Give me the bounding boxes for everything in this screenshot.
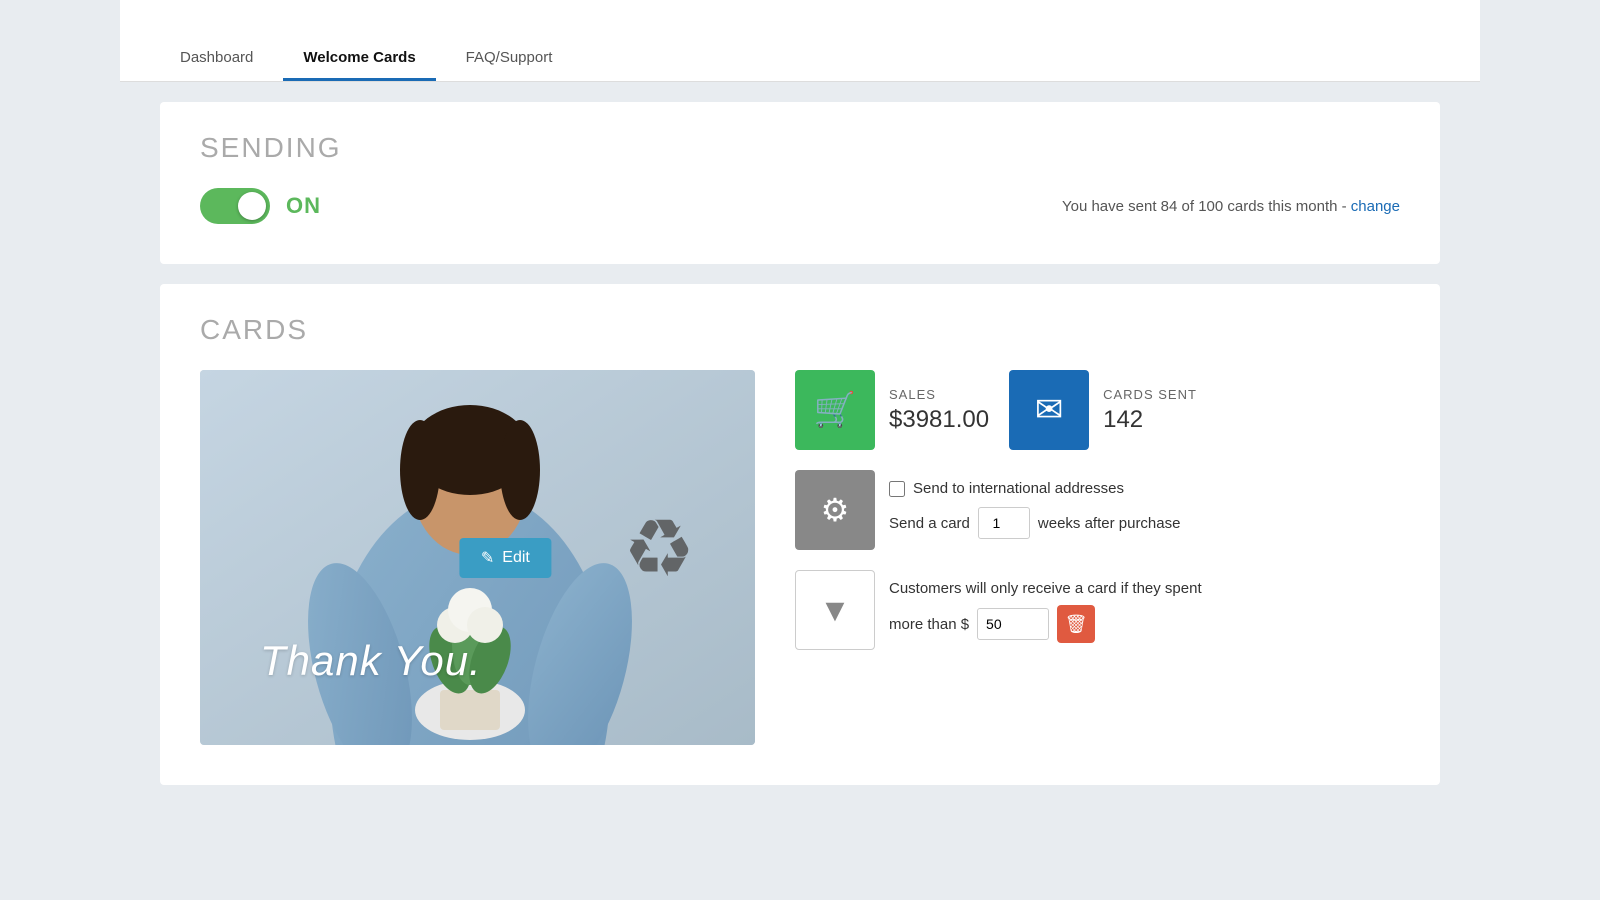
filter-line2-prefix: more than $ — [889, 616, 969, 633]
filter-icon-box: ▼ — [795, 570, 875, 650]
cards-sent-icon-box: ✉ — [1009, 370, 1089, 450]
filter-amount-input[interactable] — [977, 608, 1049, 640]
toggle-left: ON — [200, 188, 321, 224]
card-image-wrapper[interactable]: ♻ Thank You. ✎ Edit — [200, 370, 755, 745]
toggle-on-label: ON — [286, 193, 321, 219]
weeks-row: Send a card weeks after purchase — [889, 507, 1180, 539]
toggle-row: ON You have sent 84 of 100 cards this mo… — [200, 188, 1400, 224]
stats-row: 🛒 SALES $3981.00 ✉ CARDS SENT — [795, 370, 1400, 450]
edit-button-label: Edit — [502, 549, 530, 567]
sending-title: SENDING — [200, 132, 1400, 164]
sales-icon-box: 🛒 — [795, 370, 875, 450]
sending-section: SENDING ON You have sent 84 of 100 cards… — [160, 102, 1440, 264]
tab-welcome-cards[interactable]: Welcome Cards — [283, 37, 435, 81]
gear-icon: ⚙ — [821, 491, 850, 529]
settings-icon-box: ⚙ — [795, 470, 875, 550]
edit-button[interactable]: ✎ Edit — [459, 538, 552, 578]
sending-status-text: You have sent 84 of 100 cards this month… — [1062, 198, 1351, 215]
card-image-bg: ♻ Thank You. ✎ Edit — [200, 370, 755, 745]
delete-filter-button[interactable]: 🗑 — [1057, 605, 1095, 643]
filter-content: Customers will only receive a card if th… — [889, 570, 1202, 643]
filter-row2: more than $ 🗑 — [889, 605, 1202, 643]
cards-sent-label: CARDS SENT — [1103, 387, 1197, 402]
edit-pencil-icon: ✎ — [481, 548, 494, 568]
sending-toggle[interactable] — [200, 188, 270, 224]
filter-line1: Customers will only receive a card if th… — [889, 580, 1202, 597]
weeks-label-after: weeks after purchase — [1038, 515, 1181, 532]
stat-block-sales: 🛒 SALES $3981.00 — [795, 370, 989, 450]
cards-sent-value: 142 — [1103, 406, 1197, 434]
cards-section: CARDS — [160, 284, 1440, 785]
stat-block-cards-sent: ✉ CARDS SENT 142 — [1009, 370, 1197, 450]
mail-icon: ✉ — [1035, 390, 1064, 430]
sales-info: SALES $3981.00 — [889, 387, 989, 434]
trash-icon: 🗑 — [1065, 614, 1088, 635]
international-label: Send to international addresses — [913, 480, 1124, 497]
filter-block: ▼ Customers will only receive a card if … — [795, 570, 1400, 650]
change-link[interactable]: change — [1351, 198, 1400, 215]
settings-content: Send to international addresses Send a c… — [889, 470, 1180, 539]
cart-icon: 🛒 — [814, 390, 856, 430]
international-row: Send to international addresses — [889, 480, 1180, 497]
weeks-input[interactable] — [978, 507, 1030, 539]
sending-status: You have sent 84 of 100 cards this month… — [1062, 198, 1400, 215]
tab-dashboard[interactable]: Dashboard — [160, 37, 273, 81]
card-settings: 🛒 SALES $3981.00 ✉ CARDS SENT — [795, 370, 1400, 745]
cards-title: CARDS — [200, 314, 1400, 346]
sales-value: $3981.00 — [889, 406, 989, 434]
filter-icon: ▼ — [819, 592, 851, 629]
cards-sent-info: CARDS SENT 142 — [1103, 387, 1197, 434]
toggle-thumb — [238, 192, 266, 220]
international-checkbox[interactable] — [889, 481, 905, 497]
settings-block: ⚙ Send to international addresses Send a… — [795, 470, 1400, 550]
cards-content: ♻ Thank You. ✎ Edit — [200, 370, 1400, 745]
tab-faq-support[interactable]: FAQ/Support — [446, 37, 573, 81]
toggle-track — [200, 188, 270, 224]
weeks-label-before: Send a card — [889, 515, 970, 532]
sales-label: SALES — [889, 387, 989, 402]
page-wrapper: Dashboard Welcome Cards FAQ/Support SEND… — [120, 0, 1480, 785]
nav-tabs: Dashboard Welcome Cards FAQ/Support — [120, 0, 1480, 82]
